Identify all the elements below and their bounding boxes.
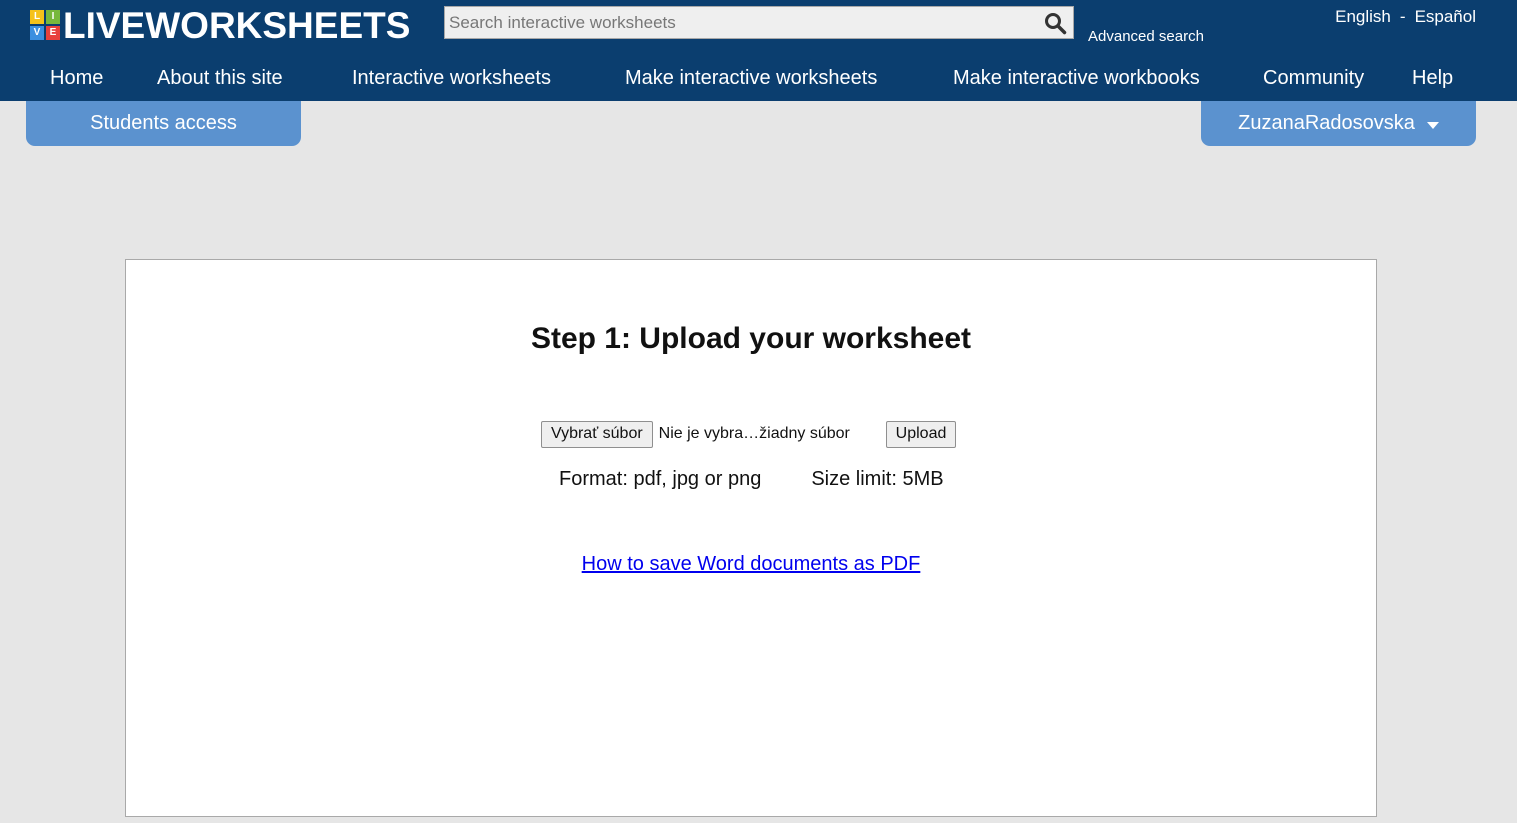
nav-make-worksheets[interactable]: Make interactive worksheets (625, 67, 877, 90)
nav-make-workbooks[interactable]: Make interactive workbooks (953, 67, 1200, 90)
choose-file-button[interactable]: Vybrať súbor (541, 420, 653, 448)
search-input[interactable] (445, 7, 1035, 38)
language-espanol[interactable]: Español (1415, 7, 1476, 27)
file-upload-row: Vybrať súbor Nie je vybra…žiadny súbor U… (541, 420, 957, 448)
size-limit-info: Size limit: 5MB (811, 468, 944, 490)
search-icon[interactable] (1043, 11, 1067, 35)
upload-requirements: Format: pdf, jpg or png Size limit: 5MB (559, 468, 944, 491)
site-header: L I V E LIVEWORKSHEETS Advanced search E… (0, 0, 1517, 101)
logo-wordmark: LIVEWORKSHEETS (63, 4, 411, 46)
nav-interactive-worksheets[interactable]: Interactive worksheets (352, 67, 551, 90)
language-switcher: English - Español (1335, 7, 1476, 27)
format-info: Format: pdf, jpg or png (559, 468, 762, 490)
logo-tile: V (30, 26, 44, 40)
logo-tile: I (46, 10, 60, 24)
students-access-label: Students access (90, 112, 237, 134)
nav-home[interactable]: Home (50, 67, 103, 90)
upload-button[interactable]: Upload (885, 420, 957, 448)
caret-down-icon (1426, 122, 1439, 129)
user-menu-button[interactable]: ZuzanaRadosovska (1201, 101, 1476, 146)
logo-tile: E (46, 26, 60, 40)
language-english[interactable]: English (1335, 7, 1391, 27)
students-access-button[interactable]: Students access (26, 101, 301, 146)
search-bar (444, 6, 1074, 39)
nav-help[interactable]: Help (1412, 67, 1453, 90)
upload-panel: Step 1: Upload your worksheet Vybrať súb… (125, 259, 1377, 817)
pdf-help-link[interactable]: How to save Word documents as PDF (126, 553, 1376, 576)
page-title: Step 1: Upload your worksheet (530, 322, 972, 355)
nav-about[interactable]: About this site (157, 67, 283, 90)
logo-tiles: L I V E (30, 10, 60, 40)
logo-tile: L (30, 10, 44, 24)
file-status-text: Nie je vybra…žiadny súbor (658, 425, 850, 442)
language-separator: - (1399, 7, 1406, 26)
site-logo[interactable]: L I V E LIVEWORKSHEETS (30, 4, 411, 46)
username-label: ZuzanaRadosovska (1238, 112, 1415, 134)
nav-community[interactable]: Community (1263, 67, 1364, 90)
main-nav: Home About this site Interactive workshe… (0, 62, 1517, 94)
advanced-search-link[interactable]: Advanced search (1088, 28, 1204, 45)
